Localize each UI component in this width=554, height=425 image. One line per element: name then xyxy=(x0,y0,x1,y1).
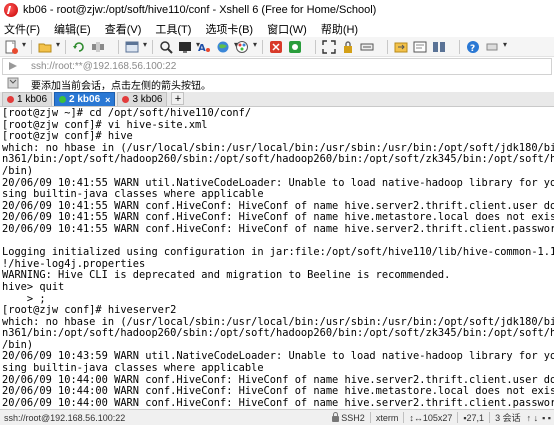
toolbar-divider xyxy=(315,39,316,54)
session-status-icon xyxy=(7,96,14,103)
help-icon[interactable]: ? xyxy=(466,40,480,54)
terminal-line: hive> quit xyxy=(2,280,65,293)
terminal-line: sing builtin-java classes where applicab… xyxy=(2,188,264,201)
tile-icon[interactable] xyxy=(432,40,446,54)
screen-icon[interactable] xyxy=(178,40,200,54)
toolbar: A ? xyxy=(0,37,554,57)
address-text: ssh://root:**@192.168.56.100:22 xyxy=(31,61,177,72)
open-folder-icon[interactable] xyxy=(38,40,60,54)
new-session-icon[interactable] xyxy=(4,40,26,54)
add-tab-button[interactable]: + xyxy=(171,92,185,105)
session-arrow-icon[interactable] xyxy=(7,60,21,74)
xmanager-icon[interactable] xyxy=(288,40,302,54)
bookmark-icon xyxy=(7,77,21,91)
terminal-line: [root@zjw conf]# hiveserver2 xyxy=(2,304,177,317)
session-tab-bar: 1 kb06 2 kb06 × 3 kb06 + xyxy=(0,92,554,107)
lock-icon[interactable] xyxy=(341,40,355,54)
menu-help[interactable]: 帮助(H) xyxy=(321,21,358,37)
terminal-line: n361/bin:/opt/soft/hadoop260/sbin:/opt/s… xyxy=(2,327,554,340)
tab-3-kb06[interactable]: 3 kb06 xyxy=(117,92,168,106)
tab-label: 3 kb06 xyxy=(132,94,163,105)
terminal-line: Logging initialized using configuration … xyxy=(2,246,554,259)
toolbar-divider xyxy=(459,39,460,54)
color-scheme-icon[interactable] xyxy=(235,40,257,54)
globe-icon[interactable] xyxy=(216,40,238,54)
menu-window[interactable]: 窗口(W) xyxy=(267,21,307,37)
menu-file[interactable]: 文件(F) xyxy=(4,21,40,37)
title-bar: kb06 - root@zjw:/opt/soft/hive110/conf -… xyxy=(0,0,554,20)
toolbar-divider xyxy=(387,39,388,54)
compose-icon[interactable] xyxy=(413,40,427,54)
status-terminal-type: xterm xyxy=(375,412,399,423)
expand-icon[interactable] xyxy=(322,39,336,54)
transfer-icon[interactable] xyxy=(394,40,408,54)
status-sessions: 3 会话 xyxy=(495,413,521,423)
menu-tabs[interactable]: 选项卡(B) xyxy=(205,21,253,37)
toolbar-divider xyxy=(262,39,263,54)
toolbar-divider xyxy=(118,39,119,54)
reconnect-icon[interactable] xyxy=(72,40,86,54)
hint-bar: 要添加当前会话，点击左侧的箭头按钮。 xyxy=(2,76,552,92)
status-address: ssh://root@192.168.56.100:22 xyxy=(4,412,126,423)
lock-icon xyxy=(332,412,340,422)
terminal-line: n361/bin:/opt/soft/hadoop260/sbin:/opt/s… xyxy=(2,153,554,166)
menu-bar: 文件(F) 编辑(E) 查看(V) 工具(T) 选项卡(B) 窗口(W) 帮助(… xyxy=(0,20,554,37)
status-bar: ssh://root@192.168.56.100:22 SSH2 xterm … xyxy=(0,409,554,425)
menu-tools[interactable]: 工具(T) xyxy=(155,21,191,37)
status-protocol: SSH2 xyxy=(332,412,365,423)
terminal-line: sing builtin-java classes where applicab… xyxy=(2,362,264,375)
tab-label: 1 kb06 xyxy=(17,94,48,105)
tab-1-kb06[interactable]: 1 kb06 xyxy=(2,92,53,106)
toolbar-divider xyxy=(31,39,32,54)
session-status-icon xyxy=(59,96,67,103)
tab-2-kb06[interactable]: 2 kb06 × xyxy=(54,92,116,106)
terminal-line: [root@zjw ~]# cd /opt/soft/hive110/conf/ xyxy=(2,108,252,119)
hint-text: 要添加当前会话，点击左侧的箭头按钮。 xyxy=(31,80,211,92)
tab-close-icon[interactable]: × xyxy=(105,95,110,105)
properties-icon[interactable] xyxy=(125,40,147,54)
status-position: ▪ 27,1 xyxy=(463,412,485,423)
terminal-line: /bin) xyxy=(2,164,34,177)
terminal-line: 20/06/09 10:44:00 WARN conf.HiveConf: Hi… xyxy=(2,396,554,409)
window-title: kb06 - root@zjw:/opt/soft/hive110/conf -… xyxy=(23,4,377,16)
menu-edit[interactable]: 编辑(E) xyxy=(54,21,91,37)
search-icon[interactable] xyxy=(159,40,173,54)
disconnect-icon[interactable] xyxy=(91,40,105,54)
status-arrows[interactable]: ↑ ↓ xyxy=(527,413,539,423)
address-bar[interactable]: ssh://root:**@192.168.56.100:22 xyxy=(2,58,552,75)
xshell-app-icon[interactable] xyxy=(4,3,18,17)
menu-view[interactable]: 查看(V) xyxy=(105,21,142,37)
svg-text:?: ? xyxy=(470,44,475,54)
keyboard-icon[interactable] xyxy=(360,40,374,54)
terminal-line: 20/06/09 10:41:55 WARN conf.HiveConf: Hi… xyxy=(2,222,554,235)
tab-label: 2 kb06 xyxy=(69,94,101,105)
session-status-icon xyxy=(122,96,130,103)
font-icon[interactable]: A xyxy=(197,40,211,54)
toolbar-divider xyxy=(65,39,66,54)
dropdown-icon[interactable] xyxy=(485,40,507,54)
toolbar-divider xyxy=(152,39,153,54)
terminal-line: WARNING: Hive CLI is deprecated and migr… xyxy=(2,269,451,282)
svg-text:A: A xyxy=(198,43,206,54)
terminal-output[interactable]: [root@zjw ~]# cd /opt/soft/hive110/conf/… xyxy=(0,108,554,409)
terminal-text: [root@zjw ~]# cd /opt/soft/hive110/conf/… xyxy=(0,108,554,409)
cap-num-indicator: ▪ ▪ xyxy=(542,412,551,423)
xftp-icon[interactable] xyxy=(269,40,283,54)
status-size: ↕↔ 105x27 xyxy=(409,412,453,423)
